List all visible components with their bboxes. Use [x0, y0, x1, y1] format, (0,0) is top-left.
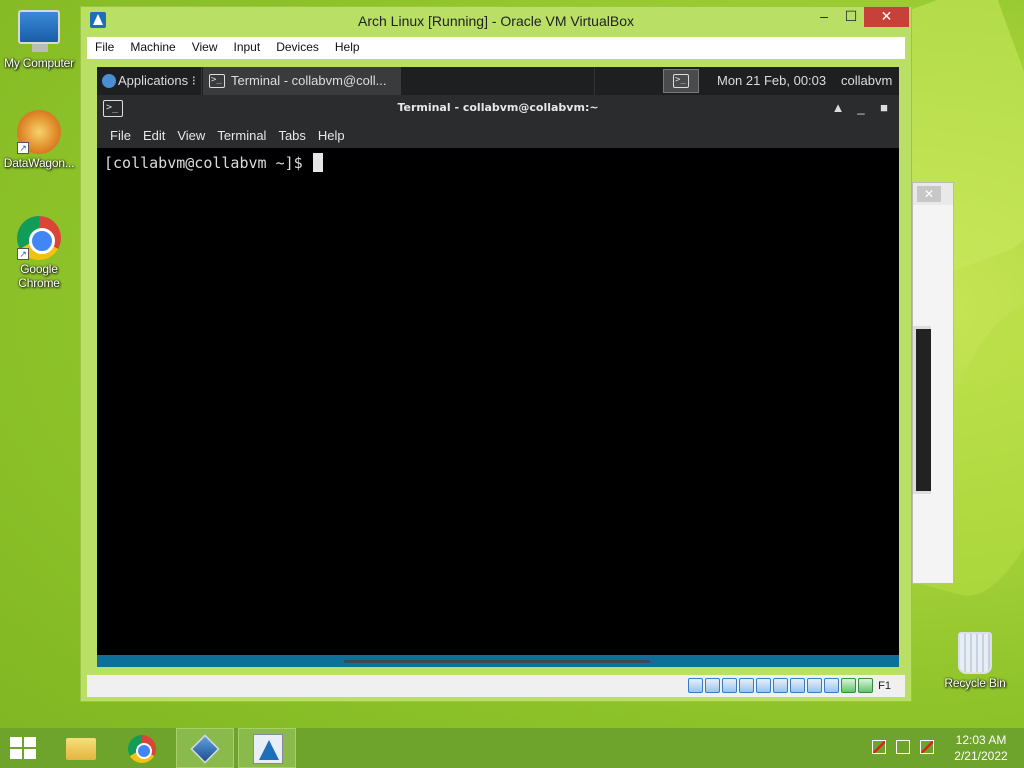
terminal-icon: >_ — [209, 74, 225, 88]
display-icon[interactable] — [790, 678, 806, 693]
applications-label: Applications — [118, 73, 189, 88]
menu-machine[interactable]: Machine — [122, 37, 183, 54]
guest-top-panel: Applications ⁝ >_ Terminal - collabvm@co… — [97, 67, 899, 95]
menu-devices[interactable]: Devices — [268, 37, 327, 54]
audio-icon[interactable] — [722, 678, 738, 693]
background-window-content — [913, 326, 931, 494]
menu-help[interactable]: Help — [327, 37, 368, 54]
hard-disk-icon[interactable] — [688, 678, 704, 693]
terminal-launcher-button[interactable]: >_ — [663, 69, 699, 93]
taskbar-clock-date[interactable]: 2/21/2022 — [946, 749, 1016, 763]
menu-file[interactable]: File — [87, 37, 122, 54]
host-key-label: F1 — [878, 679, 891, 692]
mouse-integration-icon[interactable] — [841, 678, 857, 693]
terminal-titlebar[interactable]: >_ Terminal - collabvm@collabvm:~ ▲ _ ■ — [97, 95, 899, 122]
video-capture-icon[interactable] — [807, 678, 823, 693]
terminal-window: >_ Terminal - collabvm@collabvm:~ ▲ _ ■ … — [97, 95, 899, 667]
terminal-menu-file[interactable]: File — [104, 122, 137, 143]
panel-separator — [594, 67, 595, 95]
system-tray — [872, 740, 934, 754]
chrome-icon — [128, 735, 156, 763]
terminal-menu-view[interactable]: View — [171, 122, 211, 143]
terminal-shade-button[interactable]: ▲ — [829, 99, 847, 117]
desktop-icon-google-chrome[interactable]: ↗ Google Chrome — [1, 216, 77, 290]
taskbar-file-explorer[interactable] — [52, 728, 110, 768]
shared-folders-icon[interactable] — [773, 678, 789, 693]
virtualbox-window: Arch Linux [Running] - Oracle VM Virtual… — [80, 6, 912, 702]
virtualbox-icon — [190, 734, 220, 764]
xfce-icon — [102, 74, 116, 88]
virtualization-icon[interactable] — [824, 678, 840, 693]
desktop-icon-recycle-bin[interactable]: Recycle Bin — [937, 632, 1013, 690]
terminal-minimize-button[interactable]: _ — [852, 99, 870, 117]
maximize-button[interactable]: ☐ — [837, 7, 865, 27]
text-cursor — [312, 153, 323, 172]
taskbar-clock-time[interactable]: 12:03 AM — [946, 733, 1016, 747]
panel-separator — [201, 67, 202, 95]
terminal-menubar: File Edit View Terminal Tabs Help — [97, 122, 899, 148]
applications-arrow-icon: ⁝ — [191, 73, 196, 88]
guest-user-menu[interactable]: collabvm — [841, 73, 892, 88]
chrome-icon: ↗ — [17, 216, 61, 260]
menu-input[interactable]: Input — [226, 37, 269, 54]
start-button[interactable] — [0, 728, 58, 768]
taskbar-arch-linux-vm[interactable] — [238, 728, 296, 768]
terminal-maximize-button[interactable]: ■ — [875, 99, 893, 117]
virtualbox-statusbar: F1 — [87, 675, 905, 697]
shortcut-arrow-icon: ↗ — [17, 142, 29, 154]
computer-icon — [18, 10, 60, 52]
window-title: Arch Linux [Running] - Oracle VM Virtual… — [358, 13, 634, 29]
shell-prompt: [collabvm@collabvm ~]$ — [104, 154, 303, 172]
terminal-icon: >_ — [673, 74, 689, 88]
virtualbox-menubar: File Machine View Input Devices Help — [87, 37, 905, 59]
background-window-close-button[interactable]: ✕ — [917, 186, 941, 202]
windows-taskbar: 12:03 AM 2/21/2022 — [0, 728, 1024, 768]
desktop-icon-label: DataWagon... — [3, 156, 75, 170]
virtualbox-titlebar[interactable]: Arch Linux [Running] - Oracle VM Virtual… — [81, 7, 911, 35]
taskbar-item-terminal[interactable]: >_ Terminal - collabvm@coll... — [203, 67, 401, 95]
applications-menu[interactable]: Applications ⁝ — [99, 67, 200, 95]
terminal-menu-edit[interactable]: Edit — [137, 122, 171, 143]
guest-clock[interactable]: Mon 21 Feb, 00:03 — [717, 73, 826, 88]
keyboard-capture-icon[interactable] — [858, 678, 874, 693]
recycle-bin-icon — [958, 632, 992, 674]
usb-icon[interactable] — [756, 678, 772, 693]
terminal-menu-help[interactable]: Help — [312, 122, 351, 143]
windows-logo-icon — [10, 737, 38, 761]
horizontal-scrollbar[interactable] — [344, 660, 650, 663]
desktop-icon-datawagon[interactable]: ↗ DataWagon... — [1, 110, 77, 170]
close-button[interactable]: ✕ — [864, 7, 909, 27]
network-tray-icon[interactable] — [896, 740, 910, 754]
arch-linux-icon — [253, 734, 283, 764]
shortcut-arrow-icon: ↗ — [17, 248, 29, 260]
background-window[interactable]: ✕ — [912, 182, 954, 584]
minimize-button[interactable]: – — [810, 7, 838, 27]
menu-view[interactable]: View — [184, 37, 226, 54]
taskbar-chrome[interactable] — [114, 728, 172, 768]
folder-icon — [66, 738, 96, 760]
desktop-icon-label: My Computer — [4, 56, 74, 70]
terminal-menu-terminal[interactable]: Terminal — [211, 122, 272, 143]
desktop-icon-label: Recycle Bin — [944, 676, 1006, 690]
background-window-titlebar[interactable]: ✕ — [913, 183, 953, 205]
datawagon-icon: ↗ — [17, 110, 61, 154]
optical-drive-icon[interactable] — [705, 678, 721, 693]
taskbar-virtualbox-manager[interactable] — [176, 728, 234, 768]
task-label: Terminal - collabvm@coll... — [231, 73, 387, 88]
vm-screen[interactable]: Applications ⁝ >_ Terminal - collabvm@co… — [97, 67, 899, 667]
desktop-icon-my-computer[interactable]: My Computer — [1, 10, 77, 70]
network-icon[interactable] — [739, 678, 755, 693]
guest-bottom-dock — [97, 655, 899, 667]
desktop-icon-label: Google Chrome — [18, 262, 60, 290]
terminal-title: Terminal - collabvm@collabvm:~ — [397, 101, 599, 114]
volume-muted-icon[interactable] — [920, 740, 934, 754]
action-center-flag-icon[interactable] — [872, 740, 886, 754]
terminal-output[interactable]: [collabvm@collabvm ~]$ — [97, 148, 899, 655]
terminal-menu-tabs[interactable]: Tabs — [272, 122, 311, 143]
